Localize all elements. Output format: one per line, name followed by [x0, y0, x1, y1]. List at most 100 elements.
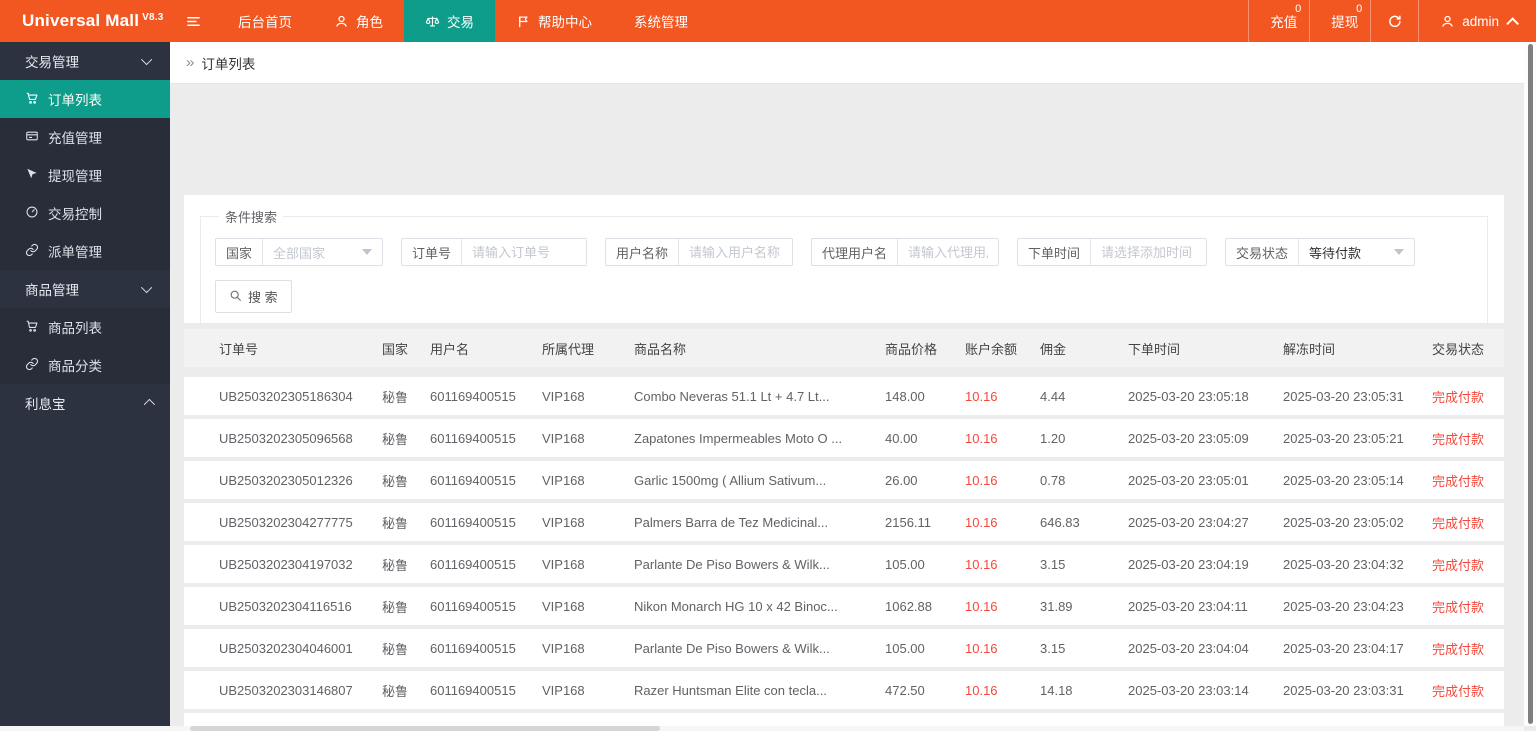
filters-row: 国家 全部国家 订单号 用户名称 代理用户名 下单时间 交易状态 等待付款: [215, 238, 1473, 266]
sidebar-item-商品列表[interactable]: 商品列表: [0, 308, 170, 346]
horizontal-scrollbar-thumb[interactable]: [190, 726, 660, 731]
cell-price: 105.00: [885, 640, 925, 656]
sidebar-item-提现管理[interactable]: 提现管理: [0, 156, 170, 194]
sidebar-group-商品管理[interactable]: 商品管理: [0, 270, 170, 308]
sidebar-group-利息宝[interactable]: 利息宝: [0, 384, 170, 422]
search-button-label: 搜 索: [248, 290, 278, 305]
cell-country: 秘鲁: [382, 683, 409, 699]
cell-agent: VIP168: [542, 430, 585, 446]
topbar-menu-item-label: 后台首页: [238, 15, 292, 30]
cell-order-time: 2025-03-20 23:04:27: [1128, 514, 1249, 530]
column-header-下单时间: 下单时间: [1128, 341, 1181, 357]
sidebar-item-label: 派单管理: [48, 245, 102, 260]
filter-input[interactable]: [679, 239, 792, 265]
cell-unfreeze-time: 2025-03-20 23:04:32: [1283, 556, 1404, 572]
cell-order-no: UB2503202304197032: [219, 556, 353, 572]
filter-label: 国家: [216, 239, 264, 265]
cell-unfreeze-time: 2025-03-20 23:05:31: [1283, 388, 1404, 404]
filter-input[interactable]: [1091, 239, 1206, 265]
sidebar-group-交易管理[interactable]: 交易管理: [0, 42, 170, 80]
table-row[interactable]: UB2503202304197032 秘鲁 601169400515 VIP16…: [184, 545, 1504, 583]
user-name: admin: [1462, 13, 1499, 29]
filter-group-代理用户名: 代理用户名: [811, 238, 999, 266]
user-menu[interactable]: admin: [1418, 0, 1536, 42]
cell-price: 26.00: [885, 472, 918, 488]
table-row[interactable]: UB2503202305096568 秘鲁 601169400515 VIP16…: [184, 419, 1504, 457]
table-row[interactable]: UB2503202304116516 秘鲁 601169400515 VIP16…: [184, 587, 1504, 625]
table-row[interactable]: UB2503202303146807 秘鲁 601169400515 VIP16…: [184, 671, 1504, 709]
cell-unfreeze-time: 2025-03-20 23:05:21: [1283, 430, 1404, 446]
filter-label: 交易状态: [1226, 239, 1300, 265]
table-row[interactable]: UB2503202305186304 秘鲁 601169400515 VIP16…: [184, 377, 1504, 415]
cell-username: 601169400515: [430, 682, 516, 698]
recharge-badge: 0: [1295, 3, 1302, 15]
cart-icon: [25, 319, 39, 336]
filter-label: 订单号: [402, 239, 463, 265]
horizontal-scrollbar-track: [0, 726, 1524, 731]
cell-username: 601169400515: [430, 388, 516, 404]
recharge-button[interactable]: 充值 0: [1248, 0, 1309, 42]
search-button[interactable]: 搜 索: [215, 280, 292, 313]
table-row[interactable]: UB2503202304046001 秘鲁 601169400515 VIP16…: [184, 629, 1504, 667]
sidebar-item-充值管理[interactable]: 充值管理: [0, 118, 170, 156]
topbar-menu-item-后台首页[interactable]: 后台首页: [217, 0, 313, 42]
brand-name: Universal Mall: [22, 11, 140, 30]
cell-commission: 1.20: [1040, 430, 1066, 446]
filter-group-国家: 国家 全部国家: [215, 238, 383, 266]
sidebar-group-label: 利息宝: [25, 397, 66, 412]
column-header-用户名: 用户名: [430, 341, 470, 357]
cell-commission: 14.18: [1040, 682, 1073, 698]
sidebar-toggle-button[interactable]: [170, 0, 217, 42]
cell-country: 秘鲁: [382, 431, 409, 447]
topbar: Universal Mall V8.3 后台首页 角色 交易 帮助中心 系统管理…: [0, 0, 1536, 42]
cell-order-no: UB2503202305012326: [219, 472, 353, 488]
sidebar-item-订单列表[interactable]: 订单列表: [0, 80, 170, 118]
filter-group-交易状态: 交易状态 等待付款: [1225, 238, 1415, 266]
filter-select[interactable]: 全部国家: [263, 239, 382, 265]
cell-price: 1062.88: [885, 598, 932, 614]
topbar-menu-item-系统管理[interactable]: 系统管理: [613, 0, 709, 42]
search-icon: [229, 289, 242, 305]
vertical-scrollbar-thumb[interactable]: [1528, 44, 1533, 724]
topbar-menu-item-label: 交易: [447, 15, 474, 30]
cell-username: 601169400515: [430, 430, 516, 446]
filter-input[interactable]: [898, 239, 998, 265]
link-icon: [25, 243, 39, 260]
filter-select-value: 全部国家: [273, 245, 326, 261]
withdraw-button[interactable]: 提现 0: [1309, 0, 1370, 42]
chevron-down-icon: [140, 281, 153, 294]
table-row[interactable]: UB2503202304277775 秘鲁 601169400515 VIP16…: [184, 503, 1504, 541]
topbar-right: 充值 0 提现 0 admin: [1248, 0, 1536, 42]
column-header-所属代理: 所属代理: [542, 341, 595, 357]
link-icon: [25, 357, 39, 374]
main-content: » 订单列表 条件搜索 国家 全部国家 订单号 用户名称 代理用户名 下单时间 …: [170, 42, 1524, 726]
breadcrumb: » 订单列表: [170, 42, 1524, 84]
brand-logo[interactable]: Universal Mall V8.3: [0, 0, 170, 42]
topbar-menu-item-交易[interactable]: 交易: [404, 0, 495, 42]
column-header-佣金: 佣金: [1040, 341, 1067, 357]
cell-order-time: 2025-03-20 23:04:11: [1128, 598, 1248, 614]
topbar-menu-item-角色[interactable]: 角色: [313, 0, 404, 42]
filter-select[interactable]: 等待付款: [1299, 239, 1414, 265]
sidebar-item-商品分类[interactable]: 商品分类: [0, 346, 170, 384]
cell-status: 完成付款: [1432, 599, 1485, 615]
topbar-menu-item-帮助中心[interactable]: 帮助中心: [495, 0, 613, 42]
cell-agent: VIP168: [542, 472, 585, 488]
cell-status: 完成付款: [1432, 683, 1485, 699]
user-icon: [334, 14, 349, 29]
refresh-button[interactable]: [1370, 0, 1418, 42]
filter-group-用户名称: 用户名称: [605, 238, 793, 266]
cell-commission: 4.44: [1040, 388, 1066, 404]
sidebar-item-派单管理[interactable]: 派单管理: [0, 232, 170, 270]
cell-status: 完成付款: [1432, 473, 1485, 489]
cell-price: 105.00: [885, 556, 925, 572]
sidebar-item-label: 提现管理: [48, 169, 102, 184]
chevron-down-icon: [1394, 249, 1404, 255]
sidebar-item-交易控制[interactable]: 交易控制: [0, 194, 170, 232]
cell-product-name: Palmers Barra de Tez Medicinal...: [634, 514, 829, 530]
filter-input[interactable]: [462, 239, 586, 265]
table-row[interactable]: UB2503202305012326 秘鲁 601169400515 VIP16…: [184, 461, 1504, 499]
cell-order-time: 2025-03-20 23:03:14: [1128, 682, 1249, 698]
cell-unfreeze-time: 2025-03-20 23:03:31: [1283, 682, 1404, 698]
cell-commission: 3.15: [1040, 556, 1066, 572]
